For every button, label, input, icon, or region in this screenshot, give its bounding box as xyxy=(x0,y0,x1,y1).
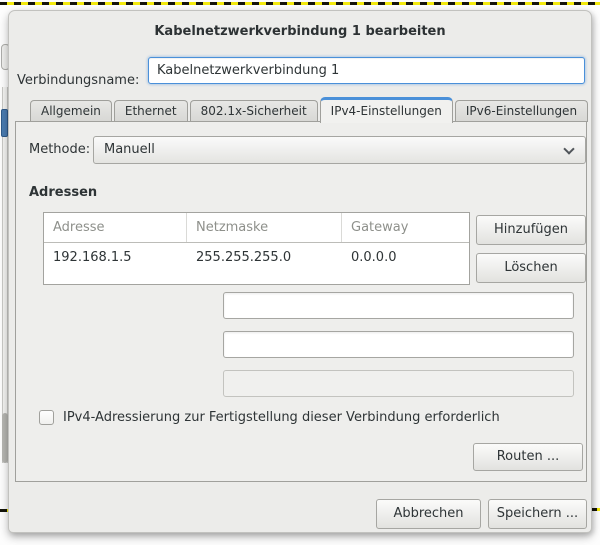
chevron-down-icon xyxy=(563,143,574,154)
column-header-gateway[interactable]: Gateway xyxy=(342,213,468,242)
routes-button[interactable]: Routen ... xyxy=(473,443,583,471)
method-combobox-value: Manuell xyxy=(104,142,155,157)
method-label: Methode: xyxy=(29,142,90,157)
dialog-title: Kabelnetzwerkverbindung 1 bearbeiten xyxy=(9,24,591,39)
cell-address[interactable]: 192.168.1.5 xyxy=(44,243,187,284)
search-domains-input[interactable] xyxy=(223,331,574,358)
addresses-heading: Adressen xyxy=(29,185,97,200)
addresses-table: Adresse Netzmaske Gateway 192.168.1.5 25… xyxy=(43,212,470,285)
cell-netmask[interactable]: 255.255.255.0 xyxy=(187,243,342,284)
tab-ipv4-einstellungen[interactable]: IPv4-Einstellungen xyxy=(320,97,453,123)
ipv4-required-checkbox-label: IPv4-Adressierung zur Fertigstellung die… xyxy=(63,410,500,425)
cancel-button[interactable]: Abbrechen xyxy=(376,499,481,529)
column-header-netzmaske[interactable]: Netzmaske xyxy=(187,213,342,242)
tab-ethernet[interactable]: Ethernet xyxy=(114,100,188,122)
tab-allgemein[interactable]: Allgemein xyxy=(30,100,112,122)
delete-address-button[interactable]: Löschen xyxy=(476,253,586,283)
tab-8021x-sicherheit[interactable]: 802.1x-Sicherheit xyxy=(190,100,318,122)
connection-name-label: Verbindungsname: xyxy=(17,68,139,94)
addresses-table-header: Adresse Netzmaske Gateway xyxy=(44,213,469,243)
dns-server-input[interactable] xyxy=(223,292,574,319)
dhcp-client-id-input xyxy=(223,370,574,397)
screenshot-stage: Kabelnetzwerkverbindung 1 bearbeiten Ver… xyxy=(0,0,600,545)
add-address-button[interactable]: Hinzufügen xyxy=(476,215,586,245)
method-combobox[interactable]: Manuell xyxy=(93,136,586,164)
selection-ants-top xyxy=(0,2,600,5)
cell-gateway[interactable]: 0.0.0.0 xyxy=(342,243,468,284)
ipv4-required-checkbox[interactable] xyxy=(39,410,54,425)
save-button[interactable]: Speichern ... xyxy=(488,499,587,529)
edit-connection-dialog: Kabelnetzwerkverbindung 1 bearbeiten Ver… xyxy=(8,10,592,533)
background-scrollbar-thumb[interactable] xyxy=(1,109,8,137)
column-header-adresse[interactable]: Adresse xyxy=(44,213,187,242)
table-row[interactable]: 192.168.1.5 255.255.255.0 0.0.0.0 xyxy=(44,243,469,284)
tab-ipv6-einstellungen[interactable]: IPv6-Einstellungen xyxy=(455,100,588,122)
connection-name-input[interactable] xyxy=(148,57,585,84)
settings-tabs: Allgemein Ethernet 802.1x-Sicherheit IPv… xyxy=(30,97,590,122)
